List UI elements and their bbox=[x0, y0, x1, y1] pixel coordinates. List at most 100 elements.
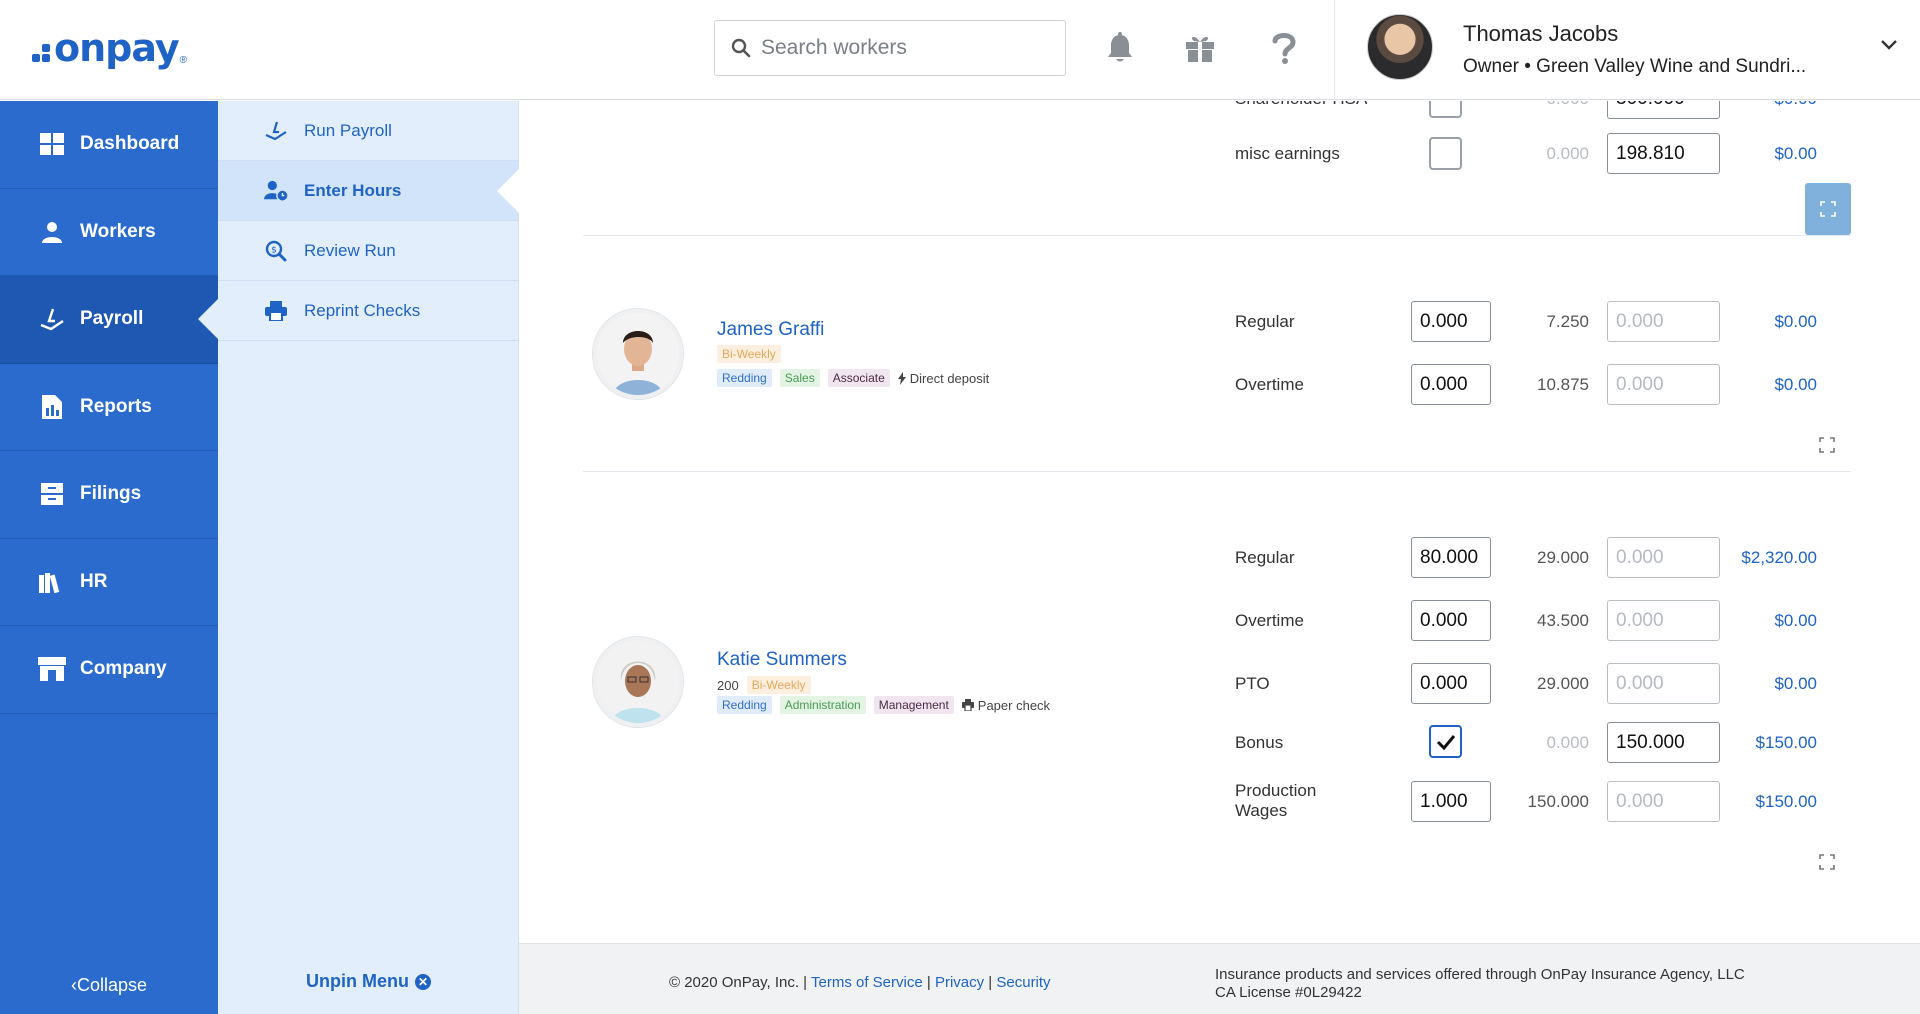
total-production-wages: $150.00 bbox=[1755, 792, 1817, 811]
total-regular: $2,320.00 bbox=[1741, 548, 1817, 567]
amount-input-regular[interactable] bbox=[1607, 301, 1720, 342]
hr-books-icon bbox=[38, 571, 66, 593]
subnav-enter-hours[interactable]: Enter Hours bbox=[218, 161, 519, 221]
amount-input-bonus[interactable] bbox=[1607, 722, 1720, 763]
worker-name-link[interactable]: James Graffi bbox=[717, 319, 824, 341]
search-icon bbox=[731, 38, 751, 58]
separator: | bbox=[988, 974, 993, 991]
unpin-label: Unpin Menu bbox=[306, 971, 409, 991]
earning-label-pto: PTO bbox=[1235, 674, 1270, 693]
search-box[interactable] bbox=[714, 20, 1066, 76]
search-input[interactable] bbox=[761, 36, 1051, 60]
pay-frequency-tag: Bi-Weekly bbox=[746, 676, 811, 694]
expand-icon[interactable] bbox=[1815, 850, 1839, 874]
gift-icon[interactable] bbox=[1180, 28, 1220, 68]
nav-label: Filings bbox=[80, 483, 142, 505]
subnav-reprint-checks[interactable]: Reprint Checks bbox=[218, 281, 518, 341]
nav-item-company[interactable]: Company bbox=[0, 626, 218, 714]
earning-label: Shareholder HSA bbox=[1235, 101, 1367, 109]
nav-item-payroll[interactable]: Payroll bbox=[0, 276, 218, 364]
nav-label: Payroll bbox=[80, 308, 144, 330]
nav-item-hr[interactable]: HR bbox=[0, 539, 218, 626]
misc-earnings-amount-input[interactable] bbox=[1607, 133, 1720, 174]
subnav-run-payroll[interactable]: Run Payroll bbox=[218, 101, 518, 161]
subnav-review-run[interactable]: $ Review Run bbox=[218, 221, 518, 281]
earning-label-regular: Regular bbox=[1235, 548, 1295, 567]
nav-label: Dashboard bbox=[80, 133, 180, 155]
printer-icon bbox=[961, 699, 974, 711]
notifications-bell-icon[interactable] bbox=[1100, 28, 1140, 68]
user-menu[interactable]: Thomas Jacobs Owner • Green Valley Wine … bbox=[1334, 0, 1920, 100]
rate-overtime: 43.500 bbox=[1537, 611, 1589, 630]
help-question-icon[interactable] bbox=[1264, 28, 1304, 68]
reports-icon bbox=[38, 394, 66, 419]
earning-label-overtime: Overtime bbox=[1235, 611, 1304, 630]
earning-checkbox[interactable] bbox=[1429, 101, 1462, 118]
earning-total: $0.00 bbox=[1717, 101, 1817, 109]
nav-item-dashboard[interactable]: Dashboard bbox=[0, 101, 218, 189]
nav-label: HR bbox=[80, 570, 108, 592]
expand-icon[interactable] bbox=[1815, 433, 1839, 457]
chevron-down-icon[interactable] bbox=[1880, 38, 1898, 56]
logo-text: onpay bbox=[54, 26, 180, 70]
nav-label: Company bbox=[80, 658, 167, 680]
hours-input-overtime[interactable] bbox=[1411, 364, 1491, 405]
payroll-icon bbox=[38, 307, 66, 331]
page-footer: © 2020 OnPay, Inc. | Terms of Service | … bbox=[519, 943, 1920, 1014]
hours-input-pto[interactable] bbox=[1411, 663, 1491, 704]
privacy-link[interactable]: Privacy bbox=[935, 974, 984, 991]
nav-item-filings[interactable]: Filings bbox=[0, 451, 218, 539]
checkmark-icon bbox=[1436, 734, 1455, 750]
role-tag: Associate bbox=[827, 369, 890, 387]
total-regular: $0.00 bbox=[1774, 312, 1817, 331]
payment-method: Paper check bbox=[961, 697, 1051, 713]
earning-rate: 0.000 bbox=[1519, 101, 1589, 109]
expand-icon[interactable] bbox=[1805, 183, 1851, 235]
nav-item-reports[interactable]: Reports bbox=[0, 364, 218, 451]
earning-label-regular: Regular bbox=[1235, 312, 1295, 331]
review-run-icon: $ bbox=[264, 240, 288, 262]
hours-input-regular[interactable] bbox=[1411, 537, 1491, 578]
main-sidebar: Dashboard Workers Payroll Reports Filing… bbox=[0, 101, 218, 1014]
user-role-company: Owner • Green Valley Wine and Sundri... bbox=[1463, 56, 1807, 77]
nav-item-workers[interactable]: Workers bbox=[0, 189, 218, 276]
user-avatar[interactable] bbox=[1367, 14, 1433, 80]
hours-input-production-wages[interactable] bbox=[1411, 781, 1491, 822]
rate-regular: 29.000 bbox=[1537, 548, 1589, 567]
hours-input-overtime[interactable] bbox=[1411, 600, 1491, 641]
terms-of-service-link[interactable]: Terms of Service bbox=[811, 974, 923, 991]
total-overtime: $0.00 bbox=[1774, 375, 1817, 394]
unpin-menu-button[interactable]: Unpin Menu ✕ bbox=[218, 971, 519, 992]
rate-regular: 7.250 bbox=[1546, 312, 1589, 331]
insurance-disclaimer: Insurance products and services offered … bbox=[1215, 966, 1745, 1002]
worker-tags-row1: 200 Bi-Weekly bbox=[717, 676, 819, 694]
svg-text:$: $ bbox=[271, 245, 277, 255]
amount-input-regular[interactable] bbox=[1607, 537, 1720, 578]
collapse-label: Collapse bbox=[76, 975, 148, 995]
printer-icon bbox=[264, 300, 288, 321]
security-link[interactable]: Security bbox=[996, 974, 1050, 991]
worker-avatar[interactable] bbox=[593, 637, 683, 727]
amount-input-overtime[interactable] bbox=[1607, 364, 1720, 405]
amount-input-pto[interactable] bbox=[1607, 663, 1720, 704]
bonus-checkbox[interactable] bbox=[1429, 725, 1462, 758]
earning-label-bonus: Bonus bbox=[1235, 733, 1284, 752]
worker-name-link[interactable]: Katie Summers bbox=[717, 649, 847, 671]
earning-amount-input[interactable] bbox=[1607, 101, 1720, 119]
row-divider bbox=[583, 235, 1851, 236]
top-header: onpay ® Thomas Jacobs Owner • Green Vall… bbox=[0, 0, 1920, 100]
collapse-sidebar-button[interactable]: ‹Collapse bbox=[0, 975, 218, 996]
location-tag: Redding bbox=[717, 369, 772, 387]
amount-input-overtime[interactable] bbox=[1607, 600, 1720, 641]
logo-registered-mark: ® bbox=[179, 54, 187, 66]
amount-input-production-wages[interactable] bbox=[1607, 781, 1720, 822]
enter-hours-panel: Shareholder HSA 0.000 $0.00 misc earning… bbox=[519, 101, 1920, 943]
hours-input-regular[interactable] bbox=[1411, 301, 1491, 342]
misc-earnings-checkbox[interactable] bbox=[1429, 137, 1462, 170]
rate-production-wages: 150.000 bbox=[1527, 792, 1589, 811]
onpay-logo[interactable]: onpay ® bbox=[32, 26, 187, 70]
worker-avatar[interactable] bbox=[593, 309, 683, 399]
payment-method-label: Paper check bbox=[977, 697, 1051, 713]
nav-label: Reports bbox=[80, 395, 152, 417]
copyright-text: © 2020 OnPay, Inc. | bbox=[669, 974, 808, 991]
